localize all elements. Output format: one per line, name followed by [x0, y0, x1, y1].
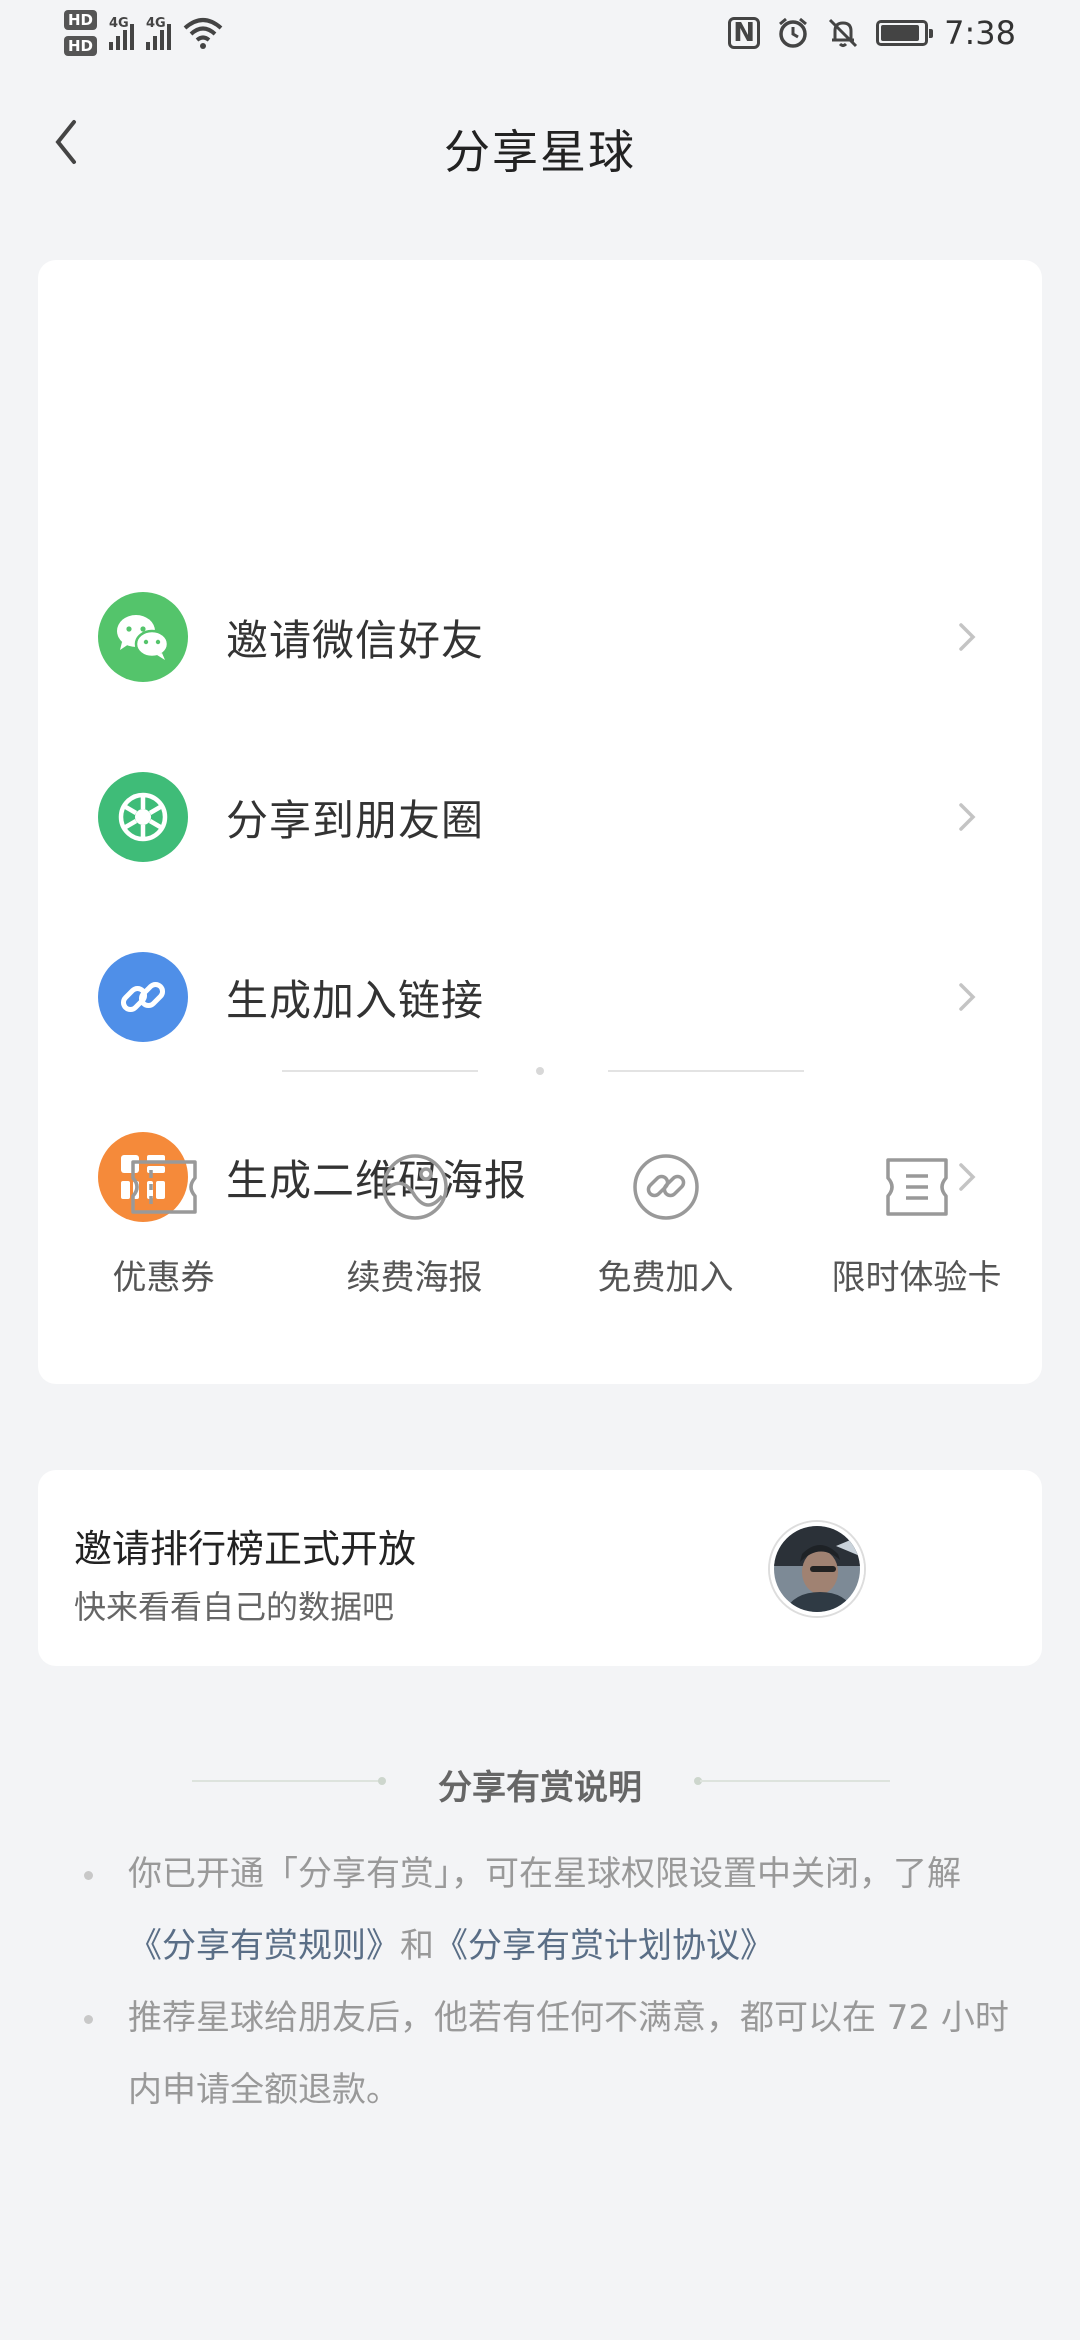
hd-badge-2: HD: [64, 36, 98, 56]
rules-link[interactable]: 《分享有赏规则》: [128, 1926, 400, 1966]
tool-label: 续费海报: [346, 1258, 483, 1298]
tool-trial-card[interactable]: 限时体验卡: [791, 1150, 1042, 1299]
nav-bar: 分享星球: [0, 90, 1080, 200]
rule-item-2: 推荐星球给朋友后，他若有任何不满意，都可以在 72 小时内申请全额退款。: [80, 1982, 1020, 2126]
share-row-label: 分享到朋友圈: [226, 795, 485, 845]
share-row-moments[interactable]: 分享到朋友圈: [98, 762, 982, 872]
share-row-link[interactable]: 生成加入链接: [98, 942, 982, 1052]
rule-text: 你已开通「分享有赏」，可在星球权限设置中关闭，了解: [128, 1854, 961, 1894]
renew-poster-icon: [381, 1154, 448, 1220]
rule-text: 和: [400, 1926, 434, 1966]
hd-badge-1: HD: [64, 10, 98, 30]
page-title: 分享星球: [444, 125, 636, 179]
link-icon: [98, 952, 188, 1042]
tool-row: 优惠券 续费海报 免费加入 限时体验卡: [38, 1150, 1042, 1299]
coupon-icon: [130, 1160, 197, 1214]
signal-icon-1: 4G: [109, 16, 135, 50]
ranking-card[interactable]: 邀请排行榜正式开放 快来看看自己的数据吧: [38, 1470, 1042, 1666]
tool-label: 限时体验卡: [831, 1258, 1002, 1298]
wifi-icon: [183, 18, 223, 49]
avatar: [770, 1522, 864, 1616]
chevron-right-icon: [959, 983, 976, 1011]
battery-icon: [876, 20, 934, 46]
tool-label: 免费加入: [597, 1258, 734, 1298]
share-row-wechat-friend[interactable]: 邀请微信好友: [98, 582, 982, 692]
free-join-icon: [632, 1154, 699, 1220]
tool-renew-poster[interactable]: 续费海报: [289, 1150, 540, 1299]
rules-title: 分享有赏说明: [438, 1768, 642, 1808]
signal-icon-2: 4G: [146, 16, 172, 50]
nfc-icon: N: [728, 17, 761, 49]
agreement-link[interactable]: 《分享有赏计划协议》: [434, 1926, 774, 1966]
tool-free-join[interactable]: 免费加入: [540, 1150, 791, 1299]
moments-icon: [98, 772, 188, 862]
ranking-subtitle: 快来看看自己的数据吧: [74, 1588, 395, 1626]
share-row-label: 邀请微信好友: [226, 615, 485, 665]
tool-coupon[interactable]: 优惠券: [38, 1150, 289, 1299]
section-divider: [38, 1066, 1042, 1076]
alarm-icon: [779, 17, 808, 48]
rule-item-1: 你已开通「分享有赏」，可在星球权限设置中关闭，了解《分享有赏规则》和《分享有赏计…: [80, 1838, 1020, 1982]
status-time: 7:38: [944, 14, 1016, 52]
chevron-right-icon: [959, 623, 976, 651]
tool-label: 优惠券: [112, 1258, 215, 1298]
share-card: 邀请微信好友 分享到朋友圈 生成加入链接 生成二维码海报 优惠券 续费海报 免费…: [38, 260, 1042, 1384]
rules-header: 分享有赏说明: [0, 1756, 1080, 1808]
mute-icon: [829, 18, 858, 48]
chevron-right-icon: [959, 803, 976, 831]
status-bar: HD HD 4G 4G N 7:38: [0, 0, 1080, 72]
share-row-label: 生成加入链接: [226, 975, 485, 1025]
wechat-icon: [98, 592, 188, 682]
ranking-title: 邀请排行榜正式开放: [74, 1527, 417, 1571]
trial-card-icon: [885, 1158, 948, 1216]
rule-text: 推荐星球给朋友后，他若有任何不满意，都可以在 72 小时内申请全额退款。: [128, 1998, 1009, 2110]
